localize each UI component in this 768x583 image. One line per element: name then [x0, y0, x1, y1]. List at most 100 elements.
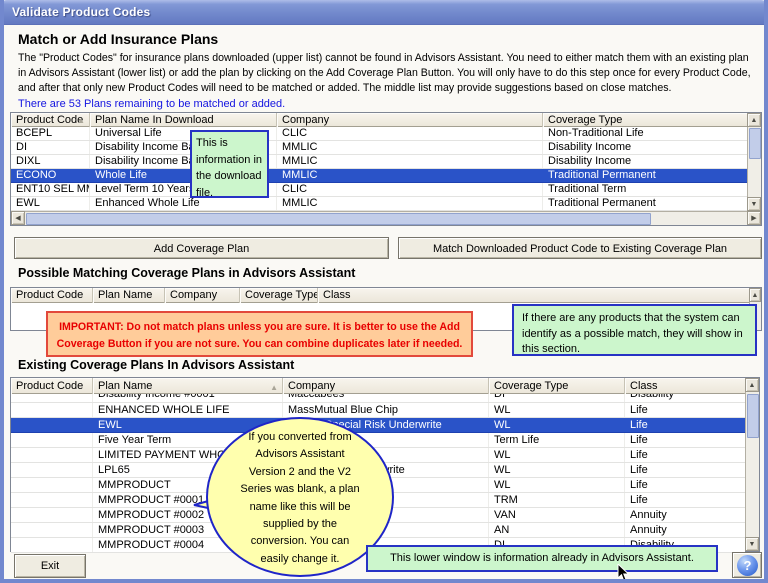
cell-product_code [11, 418, 93, 432]
cell-coverage_type: Disability Income [543, 141, 747, 154]
column-header-coverage-type[interactable]: Coverage Type [543, 113, 747, 127]
plans-remaining-status: There are 53 Plans remaining to be match… [18, 98, 285, 110]
cell-company: MMLIC [277, 155, 543, 168]
cell-class: Life [625, 463, 745, 477]
cell-product_code: EWL [11, 197, 90, 210]
column-header-company[interactable]: Company [165, 288, 240, 303]
cell-company: MMLIC [277, 169, 543, 182]
cell-class: Life [625, 448, 745, 462]
cell-coverage_type: WL [489, 478, 625, 492]
column-header-class[interactable]: Class [318, 288, 749, 303]
possible-matching-heading: Possible Matching Coverage Plans in Advi… [18, 266, 355, 280]
possible-match-info-callout: If there are any products that the syste… [512, 304, 757, 356]
important-warning-callout: IMPORTANT: Do not match plans unless you… [46, 311, 473, 357]
add-coverage-plan-button[interactable]: Add Coverage Plan [14, 237, 389, 259]
scrollbar-thumb[interactable] [747, 394, 759, 438]
cell-product_code [11, 463, 93, 477]
cell-coverage_type: Traditional Permanent [543, 169, 747, 182]
mouse-cursor-icon [617, 564, 630, 582]
sort-asc-icon: ▲ [270, 381, 278, 394]
exit-button[interactable]: Exit [14, 554, 86, 578]
cell-class: Life [625, 493, 745, 507]
cell-product_code [11, 394, 93, 402]
cell-coverage_type: Disability Income [543, 155, 747, 168]
column-header-class[interactable]: Class [625, 378, 745, 394]
table-row[interactable]: EWLEnhanced Whole LifeMMLICTraditional P… [11, 197, 747, 211]
cell-coverage_type: VAN [489, 508, 625, 522]
cell-company: CLIC [277, 183, 543, 196]
column-header-coverage-type[interactable]: Coverage Type [489, 378, 625, 394]
table-row[interactable]: Disability Income #0001MaccabeesDIDisabi… [11, 394, 745, 403]
cell-coverage_type: TRM [489, 493, 625, 507]
cell-product_code: DIXL [11, 155, 90, 168]
cell-class: Life [625, 418, 745, 432]
cell-product_code [11, 523, 93, 537]
scroll-up-icon[interactable]: ▲ [747, 113, 761, 127]
cell-product_code [11, 538, 93, 552]
page-title: Match or Add Insurance Plans [18, 31, 218, 47]
cell-company: MMLIC [277, 197, 543, 210]
table-row[interactable]: ENT10 SEL MMLevel Term 10 YearsCLICTradi… [11, 183, 747, 197]
cell-coverage_type: WL [489, 403, 625, 417]
cell-company: CLIC [277, 127, 543, 140]
scrollbar-thumb[interactable] [26, 213, 651, 225]
download-plans-rows: BCEPLUniversal LifeCLICNon-Traditional L… [11, 127, 747, 211]
column-header-plan-name-in-download[interactable]: Plan Name In Download [90, 113, 277, 127]
column-header-company[interactable]: Company [277, 113, 543, 127]
conversion-note-text: If you converted from Advisors Assistant… [214, 429, 386, 568]
column-header-product-code[interactable]: Product Code [11, 378, 93, 394]
scroll-down-icon[interactable]: ▼ [745, 537, 759, 551]
cell-coverage_type: WL [489, 463, 625, 477]
cell-product_code: BCEPL [11, 127, 90, 140]
cell-coverage_type: DI [489, 394, 625, 402]
cell-plan_name: Enhanced Whole Life [90, 197, 277, 210]
cell-product_code [11, 403, 93, 417]
cell-product_code: DI [11, 141, 90, 154]
lower-window-info-callout: This lower window is information already… [366, 545, 718, 572]
cell-coverage_type: AN [489, 523, 625, 537]
title-bar[interactable]: Validate Product Codes [0, 0, 768, 25]
cell-coverage_type: Term Life [489, 433, 625, 447]
table-row[interactable]: ECONOWhole LifeMMLICTraditional Permanen… [11, 169, 747, 183]
table-row[interactable]: BCEPLUniversal LifeCLICNon-Traditional L… [11, 127, 747, 141]
column-header-coverage-type[interactable]: Coverage Type [240, 288, 318, 303]
cell-product_code [11, 478, 93, 492]
cell-company: Maccabees [283, 394, 489, 402]
cell-class: Life [625, 478, 745, 492]
cell-coverage_type: WL [489, 418, 625, 432]
scroll-up-icon[interactable]: ▲ [749, 288, 761, 302]
scroll-down-icon[interactable]: ▼ [747, 197, 761, 211]
cell-coverage_type: Traditional Term [543, 183, 747, 196]
column-header-company[interactable]: Company [283, 378, 489, 394]
download-grid-horizontal-scrollbar[interactable]: ◀ ▶ [11, 211, 761, 225]
cell-class: Annuity [625, 523, 745, 537]
scroll-right-icon[interactable]: ▶ [747, 211, 761, 225]
column-header-plan-name[interactable]: Plan Name ▲ [93, 378, 283, 394]
column-header-plan-name[interactable]: Plan Name [93, 288, 165, 303]
column-header-product-code[interactable]: Product Code [11, 288, 93, 303]
scroll-up-icon[interactable]: ▲ [745, 378, 759, 392]
cell-coverage_type: Traditional Permanent [543, 197, 747, 210]
scroll-left-icon[interactable]: ◀ [11, 211, 25, 225]
cell-product_code [11, 448, 93, 462]
help-icon: ? [737, 555, 758, 576]
table-row[interactable]: DIDisability Income BaseMMLICDisability … [11, 141, 747, 155]
cell-class: Disability [625, 394, 745, 402]
download-grid-vertical-scrollbar[interactable]: ▲ ▼ [747, 113, 761, 211]
cell-company: MMLIC [277, 141, 543, 154]
cell-coverage_type: Non-Traditional Life [543, 127, 747, 140]
table-row[interactable]: DIXLDisability Income BaseMMLICDisabilit… [11, 155, 747, 169]
sort-asc-icon: ▲ [77, 115, 85, 127]
cell-product_code: ECONO [11, 169, 90, 182]
window-title: Validate Product Codes [12, 5, 150, 19]
cell-product_code [11, 493, 93, 507]
cell-plan_name: Disability Income #0001 [93, 394, 283, 402]
download-plans-grid: Product Code ▲ Plan Name In Download Com… [10, 112, 762, 226]
match-downloaded-button[interactable]: Match Downloaded Product Code to Existin… [398, 237, 762, 259]
column-header-product-code[interactable]: Product Code ▲ [11, 113, 90, 127]
cell-product_code [11, 508, 93, 522]
cell-class: Life [625, 433, 745, 447]
existing-grid-vertical-scrollbar[interactable]: ▲ ▼ [745, 378, 759, 551]
help-button[interactable]: ? [732, 552, 762, 578]
scrollbar-thumb[interactable] [749, 128, 761, 159]
